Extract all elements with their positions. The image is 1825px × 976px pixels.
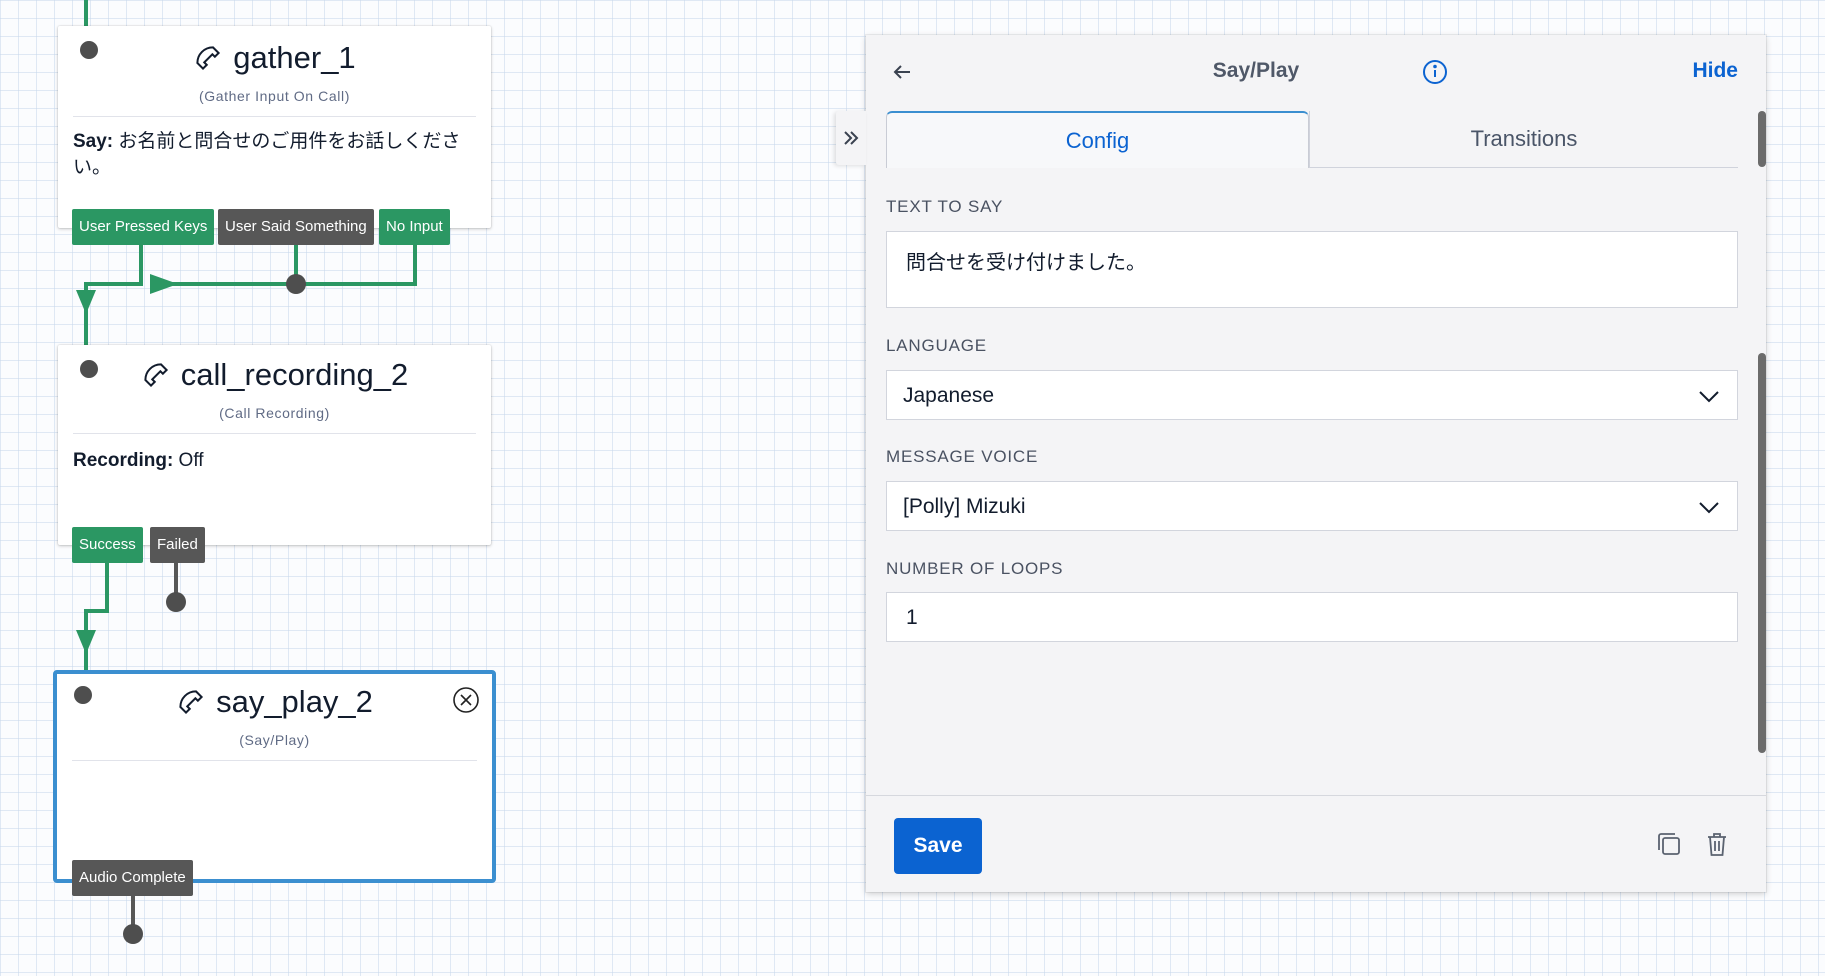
port-audio-complete: [123, 924, 143, 944]
body-label: Say:: [73, 131, 114, 152]
widget-call-recording-2[interactable]: call_recording_2 (Call Recording) Record…: [58, 345, 491, 545]
scrollbar-top[interactable]: [1758, 111, 1766, 167]
wire-success: [84, 562, 109, 670]
message-voice-label: MESSAGE VOICE: [886, 447, 1039, 466]
text-to-say-field[interactable]: 問合せを受け付けました。: [886, 231, 1738, 308]
panel-title: Say/Play: [1212, 59, 1300, 82]
tab-config[interactable]: Config: [886, 111, 1309, 168]
language-select[interactable]: Japanese: [886, 370, 1738, 420]
language-value: Japanese: [903, 384, 995, 407]
widget-body: Recording: Off: [58, 434, 491, 474]
message-voice-value: [Polly] Mizuki: [903, 495, 1026, 518]
widget-gather-1[interactable]: gather_1 (Gather Input On Call) Say: お名前…: [58, 26, 491, 228]
transition-failed[interactable]: Failed: [150, 527, 205, 563]
wire-arrow-left: [150, 274, 178, 294]
collapse-panel-button[interactable]: [836, 111, 866, 165]
scrollbar[interactable]: [1758, 353, 1766, 753]
port-failed: [166, 592, 186, 612]
number-of-loops-value: 1: [906, 606, 918, 629]
number-of-loops-label: NUMBER OF LOOPS: [886, 559, 1064, 578]
tab-transitions[interactable]: Transitions: [1309, 111, 1738, 167]
save-button[interactable]: Save: [894, 818, 982, 874]
wire-said: [150, 244, 298, 286]
panel-tabs: Config Transitions: [886, 111, 1738, 168]
hide-button[interactable]: Hide: [1692, 59, 1738, 83]
widget-name: say_play_2: [216, 684, 373, 719]
info-icon[interactable]: [1422, 59, 1448, 85]
phone-handset-icon: [179, 690, 204, 715]
panel-footer: Save: [866, 795, 1766, 893]
config-panel: Say/Play Hide Config Transitions TEXT TO…: [836, 35, 1766, 893]
message-voice-select[interactable]: [Polly] Mizuki: [886, 481, 1738, 531]
transition-audio-complete[interactable]: Audio Complete: [72, 860, 193, 896]
phone-handset-icon: [144, 363, 168, 388]
widget-name: gather_1: [233, 40, 356, 75]
trash-icon[interactable]: [1703, 830, 1731, 858]
text-to-say-value: 問合せを受け付けました。: [906, 252, 1146, 274]
text-to-say-label: TEXT TO SAY: [886, 197, 1004, 216]
body-value: Off: [173, 450, 204, 471]
widget-type: (Say/Play): [239, 732, 310, 748]
wire-keys: [84, 244, 143, 345]
widget-body: Say: お名前と問合せのご用件をお話しください。: [58, 117, 491, 181]
wire-arrow-down-1: [76, 290, 96, 314]
language-label: LANGUAGE: [886, 336, 987, 355]
chevron-down-icon: [1699, 502, 1719, 514]
number-of-loops-input[interactable]: 1: [886, 592, 1738, 642]
port-user-said: [286, 274, 306, 294]
copy-icon[interactable]: [1655, 830, 1683, 858]
panel-header: Say/Play Hide: [866, 35, 1766, 109]
body-label: Recording:: [73, 450, 174, 471]
wire-arrow-down-2: [76, 630, 96, 654]
transition-user-said-something[interactable]: User Said Something: [218, 209, 374, 245]
phone-handset-icon: [196, 46, 221, 71]
double-chevron-right-icon: [844, 131, 859, 145]
transition-success[interactable]: Success: [72, 527, 143, 563]
wire-noinput: [150, 244, 417, 286]
chevron-down-icon: [1699, 391, 1719, 403]
widget-say-play-2[interactable]: say_play_2 (Say/Play): [53, 670, 496, 883]
widget-type: (Call Recording): [219, 405, 330, 421]
widget-name: call_recording_2: [180, 357, 409, 392]
divider: [72, 760, 477, 761]
transition-user-pressed-keys[interactable]: User Pressed Keys: [72, 209, 215, 245]
widget-type: (Gather Input On Call): [199, 88, 350, 104]
transition-no-input[interactable]: No Input: [379, 209, 450, 245]
body-value: お名前と問合せのご用件をお話しください。: [73, 131, 461, 178]
